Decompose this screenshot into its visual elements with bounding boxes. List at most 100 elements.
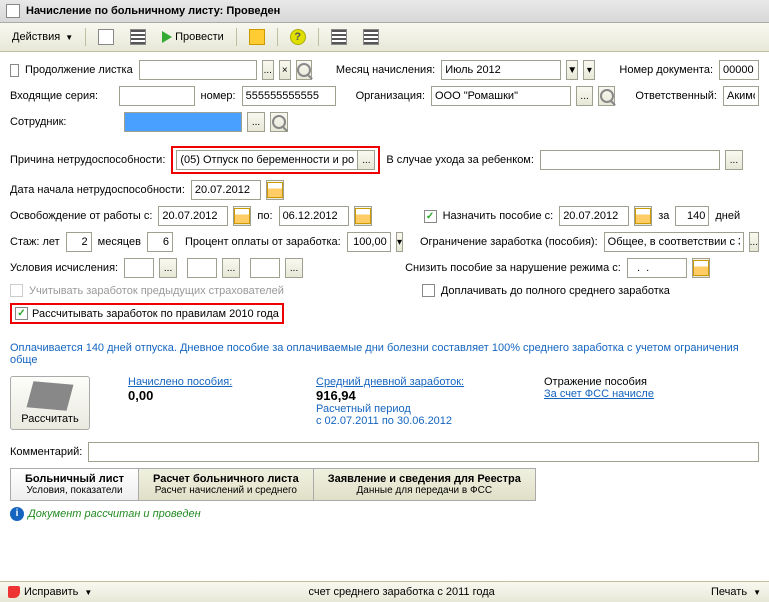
calculate-button[interactable]: Рассчитать bbox=[10, 376, 90, 430]
employee-input[interactable] bbox=[124, 112, 242, 132]
tool-button-2[interactable] bbox=[325, 26, 353, 48]
print-button[interactable]: Печать ▼ bbox=[711, 586, 761, 598]
percent-input[interactable] bbox=[347, 232, 391, 252]
list-button[interactable] bbox=[124, 26, 152, 48]
window-title: Начисление по больничному листу: Проведе… bbox=[26, 5, 280, 17]
childcare-label: В случае ухода за ребенком: bbox=[386, 154, 534, 166]
employee-search[interactable] bbox=[270, 112, 288, 132]
release-to-input[interactable] bbox=[279, 206, 349, 226]
org-select[interactable]: ... bbox=[576, 86, 593, 106]
new-document-icon bbox=[98, 29, 114, 45]
month-input[interactable] bbox=[441, 60, 561, 80]
days-input[interactable] bbox=[675, 206, 709, 226]
release-to-calendar[interactable] bbox=[354, 206, 372, 226]
accrued-link[interactable]: Начислено пособия: bbox=[128, 376, 278, 388]
pin-icon bbox=[8, 586, 20, 598]
reduce-label: Снизить пособие за нарушение режима с: bbox=[405, 262, 621, 274]
separator bbox=[85, 28, 86, 46]
status-text: Документ рассчитан и проведен bbox=[28, 508, 201, 520]
clear-button[interactable]: × bbox=[279, 60, 291, 80]
month-stepper[interactable]: ▾ bbox=[583, 60, 595, 80]
cond3-input[interactable] bbox=[250, 258, 280, 278]
comment-input[interactable] bbox=[88, 442, 759, 462]
reason-select[interactable]: ... bbox=[357, 150, 375, 170]
month-dropdown[interactable]: ▼ bbox=[566, 60, 578, 80]
info-text: Оплачивается 140 дней отпуска. Дневное п… bbox=[10, 342, 759, 366]
period-label: Расчетный период bbox=[316, 403, 506, 415]
add-button[interactable] bbox=[92, 26, 120, 48]
docnum-input[interactable] bbox=[719, 60, 759, 80]
percent-label: Процент оплаты от заработка: bbox=[185, 236, 341, 248]
tab-sick-leave[interactable]: Больничный лист Условия, показатели bbox=[10, 468, 139, 501]
org-search[interactable] bbox=[598, 86, 615, 106]
list-icon bbox=[130, 29, 146, 45]
assign-date-input[interactable] bbox=[559, 206, 629, 226]
full-pay-checkbox[interactable] bbox=[422, 284, 435, 297]
cond2-select[interactable]: ... bbox=[222, 258, 240, 278]
reason-highlight: ... bbox=[171, 146, 380, 174]
months-input[interactable] bbox=[147, 232, 173, 252]
tab-calculation[interactable]: Расчет больничного листа Расчет начислен… bbox=[138, 468, 314, 501]
series-label: Входящие серия: bbox=[10, 90, 113, 102]
rules2010-checkbox[interactable] bbox=[15, 307, 28, 320]
accrued-value: 0,00 bbox=[128, 388, 278, 403]
actions-menu[interactable]: Действия ▼ bbox=[6, 28, 79, 46]
cond3-select[interactable]: ... bbox=[285, 258, 303, 278]
org-label: Организация: bbox=[356, 90, 425, 102]
tool-button-1[interactable] bbox=[243, 26, 271, 48]
number-label: номер: bbox=[201, 90, 236, 102]
average-block: Средний дневной заработок: 916,94 Расчет… bbox=[316, 376, 506, 427]
limit-input[interactable] bbox=[604, 232, 744, 252]
limit-select[interactable]: ... bbox=[749, 232, 759, 252]
childcare-input[interactable] bbox=[540, 150, 720, 170]
period-value: с 02.07.2011 по 30.06.2012 bbox=[316, 415, 506, 427]
month-label: Месяц начисления: bbox=[336, 64, 435, 76]
assign-calendar[interactable] bbox=[634, 206, 652, 226]
tab-registry[interactable]: Заявление и сведения для Реестра Данные … bbox=[313, 468, 536, 501]
assign-checkbox[interactable] bbox=[424, 210, 437, 223]
number-input[interactable] bbox=[242, 86, 336, 106]
start-calendar[interactable] bbox=[266, 180, 284, 200]
continuation-input[interactable] bbox=[139, 60, 257, 80]
years-label: Стаж: лет bbox=[10, 236, 60, 248]
footer-note: счет среднего заработка с 2011 года bbox=[309, 586, 495, 598]
assign-label: Назначить пособие с: bbox=[443, 210, 554, 222]
fss-link[interactable]: За счет ФСС начисле bbox=[544, 388, 654, 400]
for-label: за bbox=[658, 210, 669, 222]
release-from-input[interactable] bbox=[158, 206, 228, 226]
org-input[interactable] bbox=[431, 86, 571, 106]
series-input[interactable] bbox=[119, 86, 195, 106]
calculator-icon bbox=[27, 381, 74, 410]
average-link[interactable]: Средний дневной заработок: bbox=[316, 376, 506, 388]
info-icon: i bbox=[10, 507, 24, 521]
resp-input[interactable] bbox=[723, 86, 759, 106]
years-input[interactable] bbox=[66, 232, 92, 252]
select-button[interactable]: ... bbox=[262, 60, 274, 80]
window-titlebar: Начисление по больничному листу: Проведе… bbox=[0, 0, 769, 23]
fix-button[interactable]: Исправить ▼ bbox=[8, 586, 92, 598]
reason-input[interactable] bbox=[176, 150, 358, 170]
reduce-calendar[interactable] bbox=[692, 258, 710, 278]
help-button[interactable]: ? bbox=[284, 26, 312, 48]
childcare-select[interactable]: ... bbox=[725, 150, 743, 170]
document-icon bbox=[6, 4, 20, 18]
prev-insurers-checkbox bbox=[10, 284, 23, 297]
tool-button-3[interactable] bbox=[357, 26, 385, 48]
release-from-calendar[interactable] bbox=[233, 206, 251, 226]
cond1-select[interactable]: ... bbox=[159, 258, 177, 278]
reason-label: Причина нетрудоспособности: bbox=[10, 154, 165, 166]
employee-select[interactable]: ... bbox=[247, 112, 265, 132]
separator bbox=[277, 28, 278, 46]
search-button[interactable] bbox=[296, 60, 312, 80]
calendar-icon bbox=[267, 182, 283, 198]
calendar-icon bbox=[693, 260, 709, 276]
cond2-input[interactable] bbox=[187, 258, 217, 278]
settings-icon-2 bbox=[363, 29, 379, 45]
percent-stepper[interactable]: ▾ bbox=[396, 232, 403, 252]
post-button[interactable]: Провести bbox=[156, 28, 230, 46]
calendar-icon bbox=[355, 208, 371, 224]
cond1-input[interactable] bbox=[124, 258, 154, 278]
continuation-checkbox[interactable] bbox=[10, 64, 19, 77]
reduce-date-input[interactable] bbox=[627, 258, 687, 278]
start-input[interactable] bbox=[191, 180, 261, 200]
